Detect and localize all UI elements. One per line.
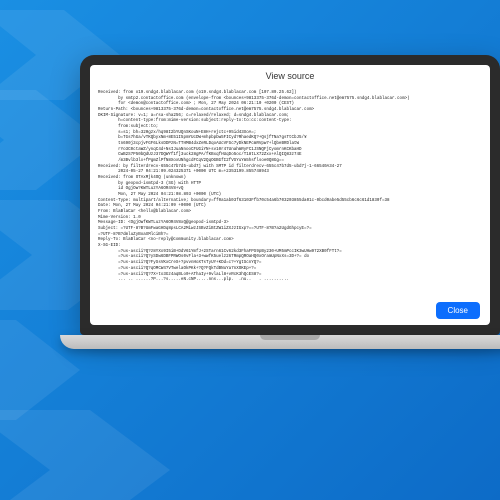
close-button[interactable]: Close	[436, 302, 480, 319]
modal-window: View source Received: from o19.sndg4.bla…	[90, 65, 490, 325]
laptop-frame: View source Received: from o19.sndg4.bla…	[80, 55, 500, 375]
modal-footer: Close	[90, 296, 490, 325]
email-headers-text: Received: from o19.sndg4.blablacar.com (…	[98, 91, 482, 284]
modal-title: View source	[90, 65, 490, 87]
bg-chevron	[0, 410, 170, 500]
laptop-hinge	[60, 335, 500, 349]
source-content: Received: from o19.sndg4.blablacar.com (…	[90, 87, 490, 296]
laptop-notch	[260, 335, 320, 340]
screen-bezel: View source Received: from o19.sndg4.bla…	[80, 55, 500, 335]
